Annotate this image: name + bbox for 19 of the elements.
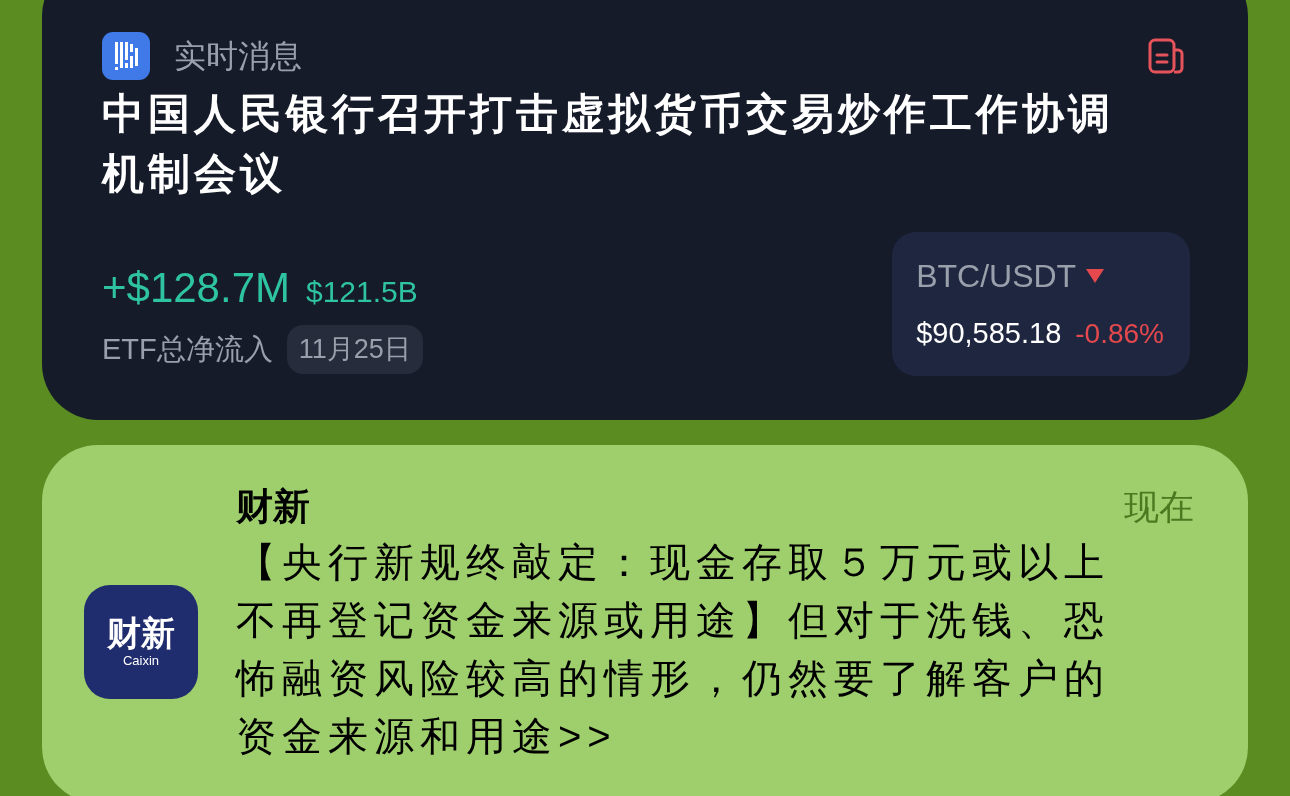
notification-body: 【央行新规终敲定：现金存取５万元或以上不再登记资金来源或用途】但对于洗钱、恐怖融资风险较高的情形，仍然要了解客户的资金来源和用途>> (236, 539, 1111, 760)
newspaper-icon[interactable] (1146, 36, 1186, 76)
etf-total: $121.5B (306, 274, 418, 310)
widget-card[interactable]: 实时消息 中国人民银行召开打击虚拟货币交易炒作工作协调机制会议 +$128.7M $121.5B ETF总净流入 11月25日 BTC/USDT $90,585.18 -0.86% (42, 0, 1248, 420)
logo-subtext: Caixin (122, 651, 160, 670)
ticker-change: -0.86% (1075, 317, 1164, 351)
ticker-price: $90,585.18 (916, 316, 1062, 351)
app-name: 财新 (236, 484, 310, 529)
etf-flow: +$128.7M (102, 263, 290, 313)
headline: 中国人民银行召开打击虚拟货币交易炒作工作协调机制会议 (102, 89, 1115, 199)
app-name: 实时消息 (174, 37, 302, 76)
notification-card[interactable]: 财新 Caixin 财新 现在 【央行新规终敲定：现金存取５万元或以上不再登记资金来源或用途】但对于洗钱、恐怖融资风险较高的情形，仍然要了解客户的资金来源和用途>> (42, 444, 1248, 796)
etf-label: ETF总净流入 (102, 331, 273, 367)
ticker-card[interactable]: BTC/USDT $90,585.18 -0.86% (892, 232, 1190, 376)
logo-text: 财新 (107, 613, 175, 652)
date-badge: 11月25日 (286, 325, 423, 374)
ticker-pair: BTC/USDT (916, 257, 1077, 296)
timestamp: 现在 (1124, 485, 1194, 528)
app-icon (102, 32, 150, 80)
